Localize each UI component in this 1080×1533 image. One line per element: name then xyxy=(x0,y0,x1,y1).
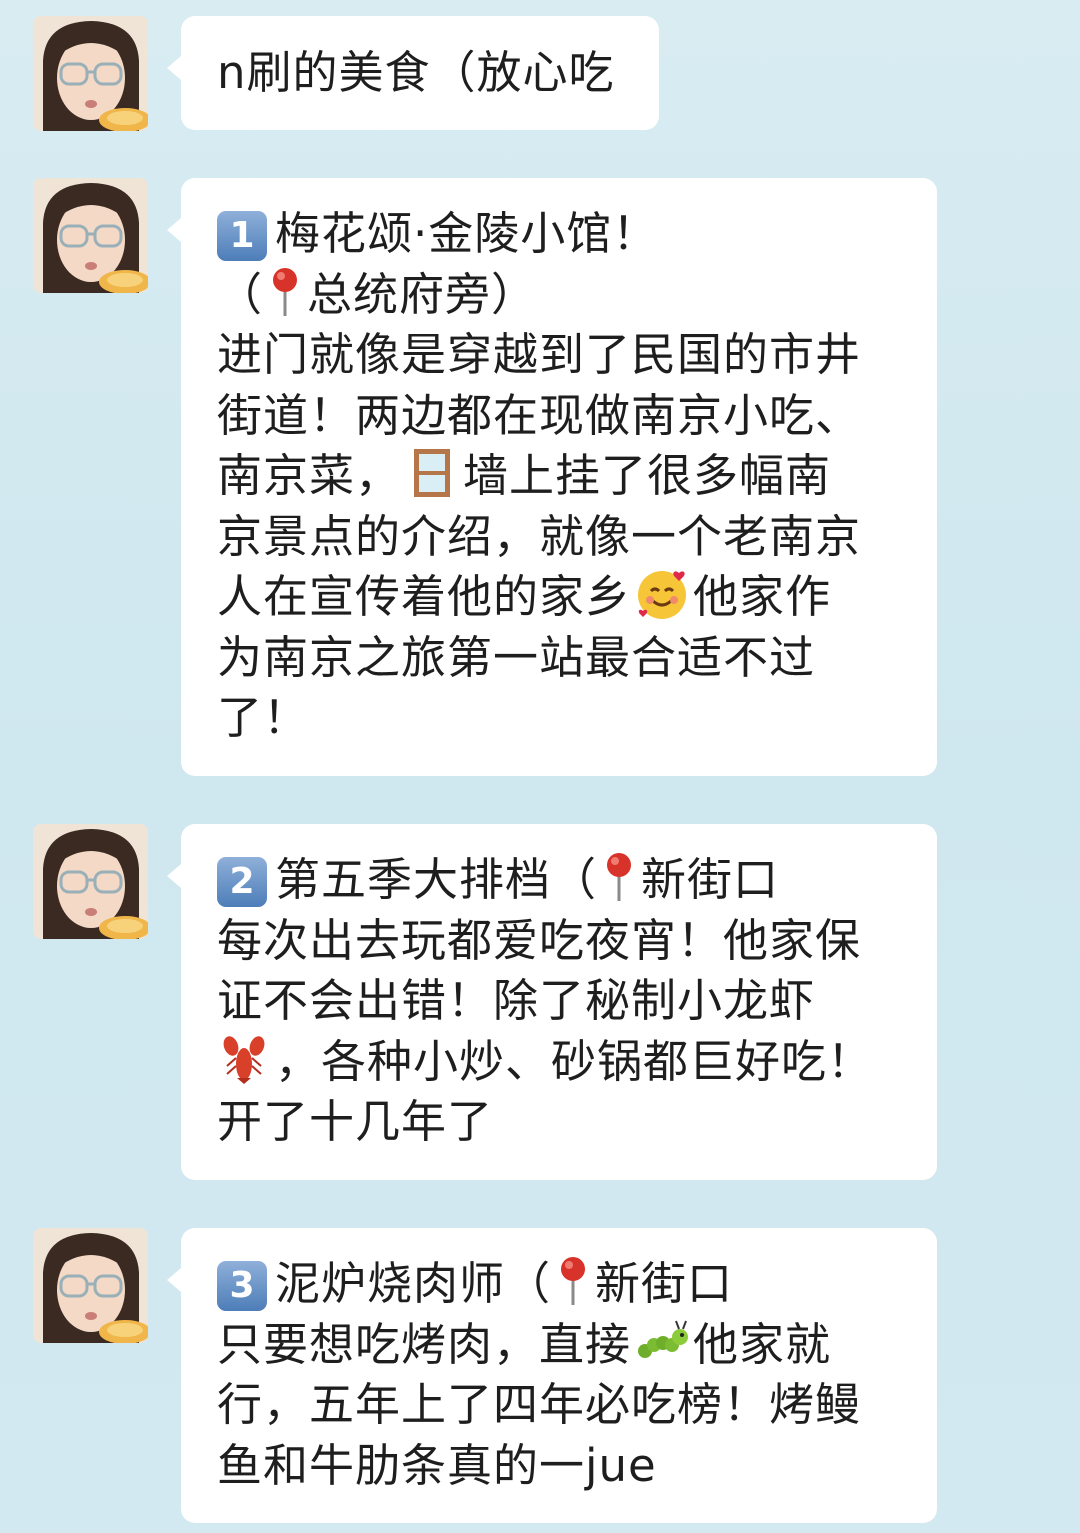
text-line: ，各种小炒、砂锅都巨好吃！ xyxy=(275,1034,874,1088)
message-bubble[interactable]: 1 梅花颂·金陵小馆！ （ 总统府旁） 进门就像是穿越到了民国的市井 街道！两边都在… xyxy=(167,178,937,776)
text-line: 人在宣传着他的家乡 xyxy=(217,570,632,623)
text-line: 进门就像是穿越到了民国的市井 xyxy=(217,328,862,381)
location-text: 新街口 xyxy=(641,853,780,906)
location-text: 新街口 xyxy=(595,1257,734,1310)
text-line: 每次出去玩都爱吃夜宵！他家保 xyxy=(217,913,862,967)
restaurant-name: 梅花颂·金陵小馆！ xyxy=(275,207,659,260)
text-line: 证不会出错！除了秘制小龙虾 xyxy=(217,974,816,1027)
restaurant-name: 泥炉烧肉师（ xyxy=(275,1257,552,1310)
text-line: 开了十几年了 xyxy=(217,1095,494,1148)
text-line: 了！ xyxy=(217,691,310,744)
text-line: 南京菜， xyxy=(217,449,402,502)
text-line: （ xyxy=(217,267,264,321)
avatar[interactable] xyxy=(33,824,148,939)
message-text: 1 梅花颂·金陵小馆！ （ 总统府旁） 进门就像是穿越到了民国的市井 街道！两边都在… xyxy=(217,204,861,749)
pin-icon xyxy=(561,1257,586,1305)
text-line: 他家作 xyxy=(693,570,832,623)
text-line: 只要想吃烤肉，直接 xyxy=(217,1317,632,1371)
keycap-3-icon: 3 xyxy=(217,1261,267,1311)
message-bubble[interactable]: n刷的美食（放心吃 xyxy=(167,16,659,130)
lobster-icon xyxy=(223,1035,265,1084)
text-line: 鱼和牛肋条真的一jue xyxy=(217,1438,657,1492)
keycap-1-icon: 1 xyxy=(217,211,267,261)
text-line: 街道！两边都在现做南京小吃、 xyxy=(217,388,862,442)
message-text: 2 第五季大排档（ 新街口 每次出去玩都爱吃夜宵！他家保 证不会出错！除了秘制小龙虾… xyxy=(217,850,873,1153)
message-bubble[interactable]: 2 第五季大排档（ 新街口 每次出去玩都爱吃夜宵！他家保 证不会出错！除了秘制小龙虾… xyxy=(167,824,937,1180)
avatar[interactable] xyxy=(33,178,148,293)
message-text: 3 泥炉烧肉师（ 新街口 只要想吃烤肉，直接 他家就 行，五年上了四年必吃榜！烤鳗 鱼… xyxy=(217,1254,861,1496)
pin-icon xyxy=(607,853,632,901)
text-line: 墙上挂了很多幅南 xyxy=(463,449,832,502)
caterpillar-icon xyxy=(638,1320,689,1358)
text-line: 他家就 xyxy=(693,1317,832,1371)
text-line: 京景点的介绍，就像一个老南京 xyxy=(217,509,862,563)
avatar[interactable] xyxy=(33,1228,148,1343)
location-text: 总统府旁） xyxy=(307,267,538,321)
window-icon xyxy=(414,449,451,497)
message-bubble[interactable]: 3 泥炉烧肉师（ 新街口 只要想吃烤肉，直接 他家就 行，五年上了四年必吃榜！烤鳗 鱼… xyxy=(167,1228,937,1523)
text-line: 为南京之旅第一站最合适不过 xyxy=(217,630,816,684)
restaurant-name: 第五季大排档（ xyxy=(275,853,598,906)
keycap-2-icon: 2 xyxy=(217,857,267,907)
message-text: n刷的美食（放心吃 xyxy=(217,46,615,99)
pin-icon xyxy=(273,267,298,316)
smiling-hearts-icon xyxy=(638,571,687,619)
text-line: 行，五年上了四年必吃榜！烤鳗 xyxy=(217,1378,862,1431)
avatar[interactable] xyxy=(33,16,148,131)
